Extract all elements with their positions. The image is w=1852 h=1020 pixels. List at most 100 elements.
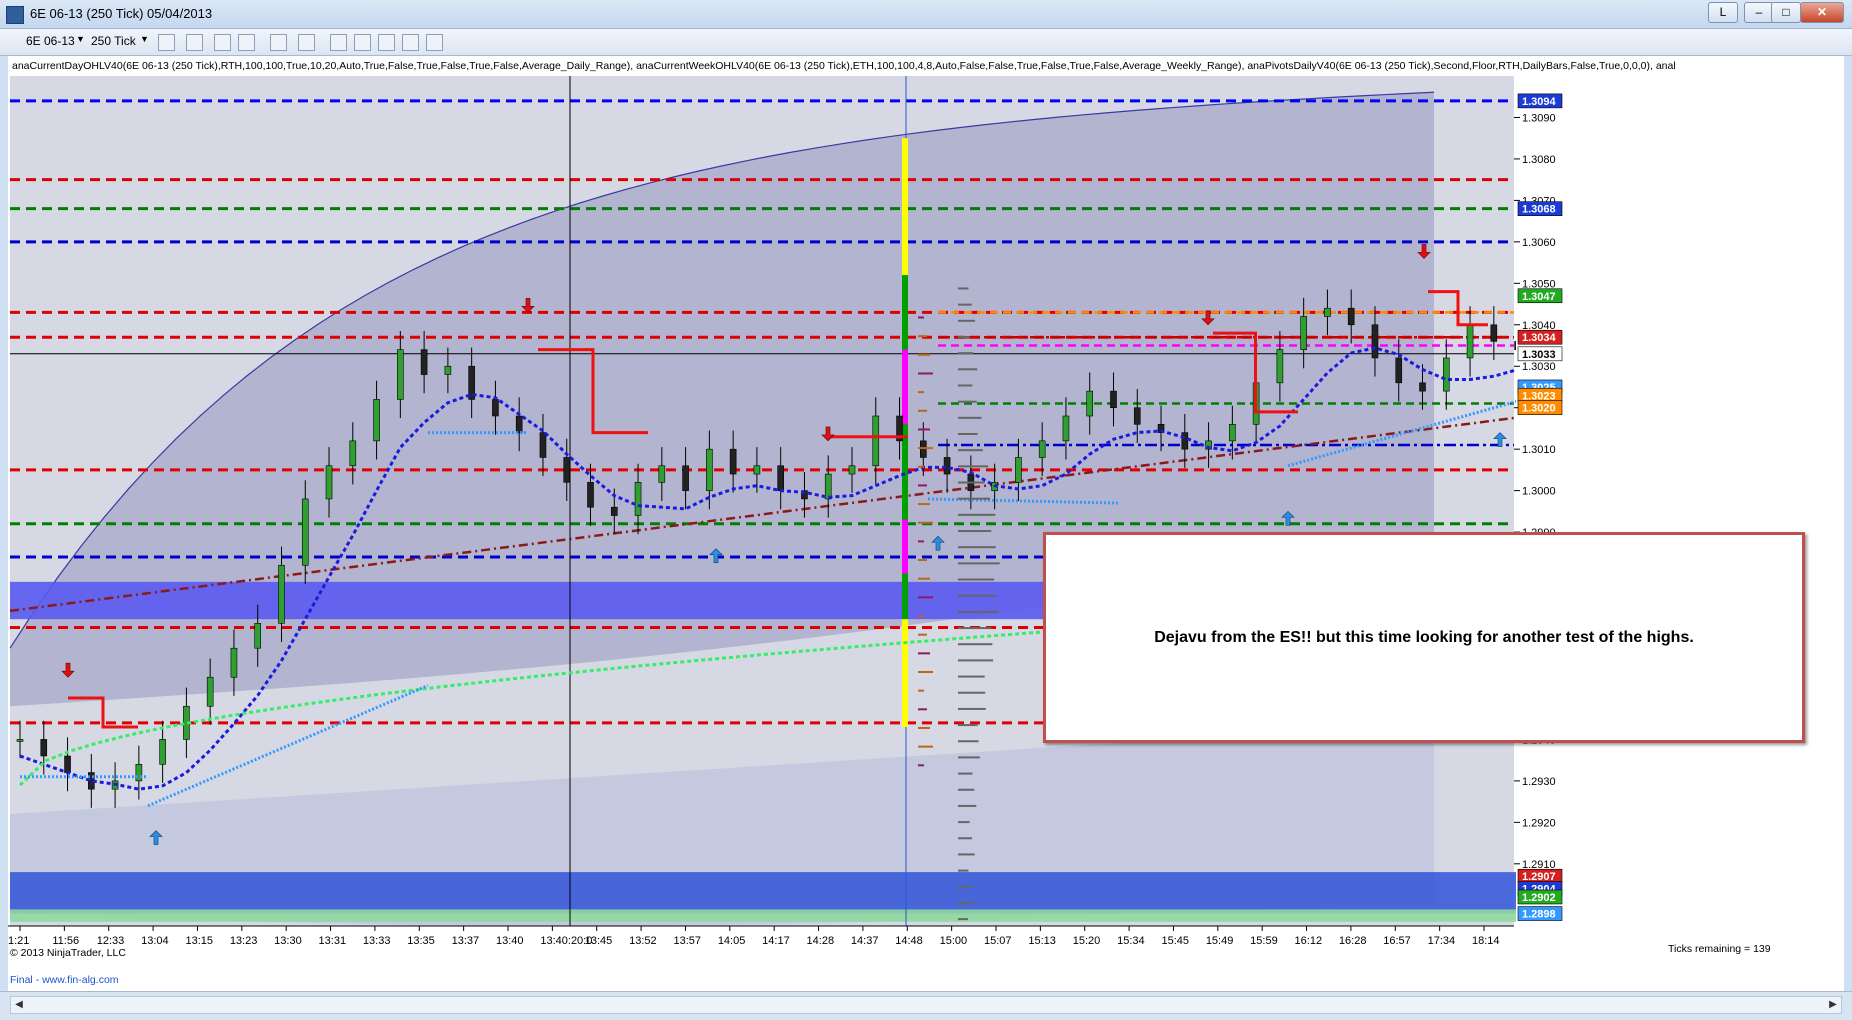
x-tick-label: 15:07 (984, 935, 1012, 947)
scroll-right-icon[interactable]: ▶ (1825, 997, 1841, 1013)
candle-body (1038, 440, 1046, 458)
x-tick-label: 15:59 (1250, 935, 1278, 947)
volume-profile-bar (958, 724, 978, 727)
volume-profile-bar (958, 481, 985, 484)
candle-body (254, 623, 262, 649)
final-link[interactable]: Final - www.fin-alg.com (10, 974, 119, 986)
y-tick-label: 1.2920 (1522, 817, 1556, 829)
price-marker-label: 1.3094 (1522, 96, 1557, 108)
x-tick-label: 16:57 (1383, 935, 1411, 947)
close-button[interactable]: ✕ (1800, 2, 1844, 23)
candle-body (420, 349, 428, 375)
volume-profile-delta (918, 689, 924, 692)
link-button[interactable]: L (1708, 2, 1738, 23)
x-tick-label: 13:35 (407, 935, 435, 947)
magic-wand-icon[interactable] (214, 34, 231, 51)
candle-body (1324, 307, 1331, 317)
pivot-zone (10, 909, 1684, 922)
candle-body (777, 465, 784, 491)
x-tick-label: 15:49 (1206, 935, 1234, 947)
y-tick-label: 1.3000 (1522, 486, 1556, 498)
status-bar: ◀ ▶ (0, 991, 1852, 1020)
candle-body (206, 676, 214, 707)
chart-toolbar: 6E 06-13 ▼ 250 Tick ▼ (0, 29, 1852, 56)
x-tick-label: 15:13 (1028, 935, 1056, 947)
volume-profile-bar (958, 837, 973, 840)
price-chart-svg[interactable]: PW-HD-HighW-HD-OpenD-LowADN-LowW-LPP1.30… (8, 56, 1844, 991)
candle-body (1181, 432, 1189, 450)
volume-profile-bar (958, 465, 989, 468)
volume-profile-bar (958, 368, 978, 371)
strategies-icon[interactable] (354, 34, 371, 51)
indicators-icon[interactable] (330, 34, 347, 51)
volume-profile-delta (918, 409, 927, 412)
candle-body (301, 498, 309, 566)
pencil-icon[interactable] (186, 34, 203, 51)
data-box-icon[interactable] (402, 34, 419, 51)
minimize-button[interactable]: – (1744, 2, 1774, 23)
interval-selector[interactable]: 250 Tick (91, 34, 136, 48)
price-marker-label: 1.3033 (1522, 349, 1556, 361)
volume-profile-delta (918, 726, 930, 729)
maximize-button[interactable]: □ (1771, 2, 1801, 23)
x-tick-label: 13:57 (673, 935, 701, 947)
x-tick-label: 14:28 (807, 935, 835, 947)
volume-profile-bar (958, 740, 979, 743)
demand-zone (10, 581, 1050, 620)
volume-profile-bar (958, 707, 986, 710)
volume-profile-bar (958, 691, 986, 694)
candle-body (16, 739, 24, 742)
candle-body (1347, 307, 1355, 326)
candle-body (397, 349, 404, 400)
y-tick-label: 1.3060 (1522, 237, 1556, 249)
volume-profile-bar (958, 869, 969, 872)
volume-profile-delta (918, 596, 933, 599)
candle-body (1442, 357, 1450, 392)
price-marker-label: 1.3034 (1522, 332, 1557, 344)
properties-icon[interactable] (378, 34, 395, 51)
price-marker-label: 1.3068 (1522, 204, 1556, 216)
crosshair-icon[interactable] (270, 34, 287, 51)
scroll-left-icon[interactable]: ◀ (11, 997, 27, 1013)
window-titlebar: 6E 06-13 (250 Tick) 05/04/2013 L – □ ✕ (0, 0, 1852, 29)
volume-profile-bar (958, 853, 975, 856)
annotation-text: Dejavu from the ES!! but this time looki… (1154, 628, 1694, 646)
x-tick-label: 14:17 (762, 935, 790, 947)
candle-body (920, 440, 927, 458)
y-tick-label: 1.3090 (1522, 112, 1556, 124)
candle-body (349, 440, 357, 467)
window-title: 6E 06-13 (250 Tick) 05/04/2013 (30, 6, 213, 21)
horizontal-scrollbar[interactable]: ◀ ▶ (10, 996, 1842, 1014)
volume-profile-bar (958, 675, 985, 678)
volume-profile-bar (958, 303, 972, 306)
price-marker-label: 1.3047 (1522, 291, 1556, 303)
instrument-selector[interactable]: 6E 06-13 (26, 34, 75, 48)
volume-profile-delta (918, 633, 927, 636)
chevron-down-icon[interactable]: ▼ (76, 34, 85, 44)
candle-body (658, 465, 666, 483)
x-tick-label: 11:56 (52, 935, 79, 947)
zoom-icon[interactable] (298, 34, 315, 51)
wand-icon[interactable] (238, 34, 255, 51)
bar-type-icon[interactable] (158, 34, 175, 51)
volume-profile-delta (918, 764, 924, 767)
volume-profile-bar (958, 449, 983, 452)
volume-profile-delta (918, 708, 927, 711)
volume-profile-bar (958, 627, 992, 630)
x-tick-label: 13:04 (141, 935, 169, 947)
properties-grid-icon[interactable] (426, 34, 443, 51)
x-tick-label: 13:40 (496, 935, 524, 947)
candle-body (824, 473, 832, 500)
candle-body (325, 465, 333, 500)
x-tick-label: 15:00 (940, 935, 968, 947)
candle-body (539, 432, 547, 458)
copyright-text: © 2013 NinjaTrader, LLC (10, 947, 126, 959)
candle-body (1015, 457, 1022, 483)
candle-body (1419, 382, 1426, 392)
volume-profile-delta (918, 652, 930, 655)
chevron-down-icon[interactable]: ▼ (140, 34, 149, 44)
candle-body (1466, 324, 1474, 359)
price-chart[interactable]: PW-HD-HighW-HD-OpenD-LowADN-LowW-LPP1.30… (8, 56, 1844, 991)
annotation-textbox[interactable]: Dejavu from the ES!! but this time looki… (1043, 532, 1805, 743)
volume-profile-bar (958, 643, 993, 646)
